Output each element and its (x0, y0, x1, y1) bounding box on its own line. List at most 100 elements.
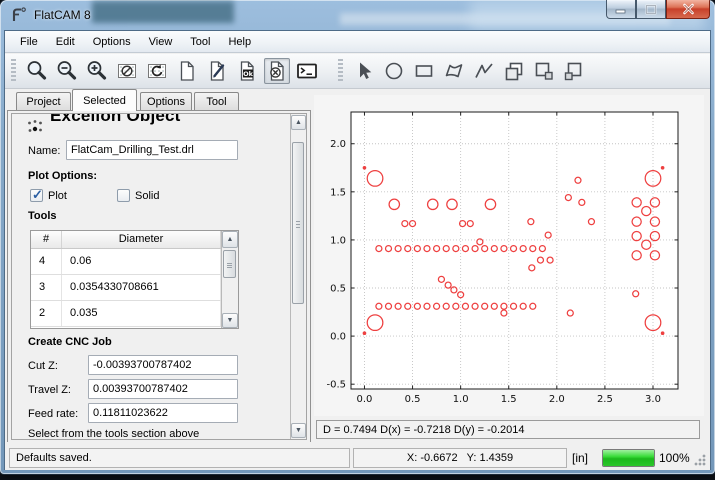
menu-edit[interactable]: Edit (47, 33, 84, 51)
scroll-up-icon[interactable]: ▲ (291, 115, 306, 130)
svg-text:0.5: 0.5 (330, 284, 346, 295)
close-button[interactable] (666, 0, 710, 19)
draw-polygon-icon (442, 59, 466, 83)
delete-object-button[interactable] (264, 58, 290, 84)
panel-title: Excellon Object (50, 114, 181, 126)
plot-checkbox[interactable]: Plot (30, 189, 67, 202)
toolbar-group-main: Ok (24, 58, 324, 84)
tab-project[interactable]: Project (16, 92, 71, 111)
diameter-header[interactable]: Diameter (62, 231, 221, 248)
copy-objects-icon (502, 59, 526, 83)
duplicate-objects-icon (562, 59, 586, 83)
mouse-coordinates: X: -0.6672 Y: 1.4359 (353, 448, 567, 468)
background-bleed (92, 1, 234, 23)
zoom-in-icon (85, 59, 109, 83)
move-objects-button[interactable] (531, 58, 557, 84)
toolbar-grip[interactable] (338, 59, 343, 83)
title-bar[interactable]: FlatCAM 8 (0, 0, 715, 30)
tab-tool[interactable]: Tool (194, 92, 239, 111)
toolbar-group-draw (351, 58, 591, 84)
panel-scrollbar[interactable]: ▲ ▼ (290, 114, 306, 439)
object-name-input[interactable] (66, 140, 238, 160)
scroll-up-icon[interactable]: ▲ (222, 231, 238, 248)
tools-table-scrollbar[interactable]: ▲ ▼ (221, 231, 238, 328)
svg-text:2.0: 2.0 (330, 139, 346, 150)
zoom-fit-button[interactable] (24, 58, 50, 84)
panel-scroll-thumb[interactable] (292, 142, 304, 304)
tab-options[interactable]: Options (140, 92, 192, 111)
draw-rectangle-button[interactable] (411, 58, 437, 84)
new-project-icon (175, 59, 199, 83)
minimize-button[interactable] (606, 0, 636, 19)
duplicate-objects-button[interactable] (561, 58, 587, 84)
solid-checkbox-box[interactable] (117, 189, 130, 202)
travel-z-label: Travel Z: (28, 384, 71, 396)
copy-objects-button[interactable] (501, 58, 527, 84)
cut-z-label: Cut Z: (28, 360, 58, 372)
coord-y: Y: 1.4359 (467, 452, 514, 464)
maximize-button[interactable] (636, 0, 666, 19)
tool-diameter-cell[interactable]: 0.035 (62, 301, 221, 326)
zoom-fit-icon (25, 59, 49, 83)
tool-number-header[interactable]: # (31, 231, 62, 248)
draw-rectangle-icon (412, 59, 436, 83)
menu-options[interactable]: Options (84, 33, 140, 51)
svg-text:0.0: 0.0 (330, 332, 346, 343)
window-title: FlatCAM 8 (34, 8, 91, 22)
travel-z-input[interactable] (88, 379, 238, 399)
draw-circle-button[interactable] (381, 58, 407, 84)
replot-button[interactable] (144, 58, 170, 84)
menu-file[interactable]: File (11, 33, 47, 51)
units-indicator: [in] (572, 451, 588, 465)
shell-button[interactable] (294, 58, 320, 84)
zoom-out-icon (55, 59, 79, 83)
cut-z-input[interactable] (88, 355, 238, 375)
resize-grip[interactable] (694, 454, 706, 466)
menu-view[interactable]: View (140, 33, 182, 51)
drill-plot[interactable]: 0.00.51.01.52.02.53.0-0.50.00.51.01.52.0 (314, 95, 704, 416)
name-label: Name: (28, 145, 60, 157)
tools-table-header: # Diameter (31, 231, 221, 249)
tool-number-cell[interactable]: 4 (31, 249, 62, 274)
delete-object-icon (265, 59, 289, 83)
tool-number-cell[interactable]: 2 (31, 301, 62, 326)
feed-rate-input[interactable] (88, 403, 238, 423)
tool-row-3[interactable]: 30.0354330708661 (31, 275, 221, 301)
zoom-out-button[interactable] (54, 58, 80, 84)
solid-checkbox-label: Solid (135, 190, 159, 202)
plot-options-label: Plot Options: (28, 170, 97, 182)
scroll-down-icon[interactable]: ▼ (291, 423, 306, 438)
plot-canvas[interactable]: 0.00.51.01.52.02.53.0-0.50.00.51.01.52.0 (314, 95, 704, 416)
tools-table-scroll-thumb[interactable] (223, 250, 236, 278)
clear-plot-button[interactable] (114, 58, 140, 84)
tool-diameter-cell[interactable]: 0.0354330708661 (62, 275, 221, 300)
tool-diameter-cell[interactable]: 0.06 (62, 249, 221, 274)
svg-text:2.5: 2.5 (597, 394, 613, 405)
select-button[interactable] (351, 58, 377, 84)
solid-checkbox[interactable]: Solid (117, 189, 159, 202)
svg-text:0.5: 0.5 (405, 394, 421, 405)
plot-checkbox-box[interactable] (30, 189, 43, 202)
menu-help[interactable]: Help (219, 33, 260, 51)
menu-tool[interactable]: Tool (181, 33, 219, 51)
main-toolbar: Ok (5, 54, 710, 89)
toolbar-grip[interactable] (11, 59, 16, 83)
svg-text:1.5: 1.5 (330, 187, 346, 198)
tool-number-cell[interactable]: 3 (31, 275, 62, 300)
svg-text:1.0: 1.0 (330, 235, 346, 246)
zoom-in-button[interactable] (84, 58, 110, 84)
progress-percent: 100% (659, 451, 690, 465)
edit-object-icon (205, 59, 229, 83)
tools-table[interactable]: # Diameter 40.0630.035433070866120.035 ▲… (30, 230, 239, 329)
svg-text:0.0: 0.0 (357, 394, 373, 405)
status-message: Defaults saved. (9, 448, 350, 468)
draw-polygon-button[interactable] (441, 58, 467, 84)
scroll-down-icon[interactable]: ▼ (222, 313, 238, 328)
new-project-button[interactable] (174, 58, 200, 84)
draw-path-button[interactable] (471, 58, 497, 84)
tool-row-4[interactable]: 40.06 (31, 249, 221, 275)
tool-row-2[interactable]: 20.035 (31, 301, 221, 327)
tab-selected[interactable]: Selected (72, 89, 137, 111)
edit-object-button[interactable] (204, 58, 230, 84)
save-object-button[interactable]: Ok (234, 58, 260, 84)
